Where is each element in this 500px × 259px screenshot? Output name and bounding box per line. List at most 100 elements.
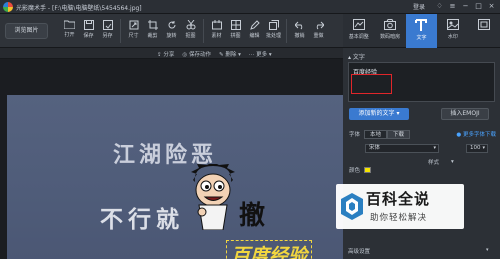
- font-family-value: 宋体: [369, 144, 381, 151]
- chevron-down-icon[interactable]: ▾: [486, 247, 489, 253]
- more-fonts-label: 更多字体下载: [462, 132, 496, 138]
- watermark-icon: [446, 19, 459, 30]
- save-as-icon: [102, 20, 113, 30]
- font-select-row: 宋体 ▾ 100 ▾: [349, 143, 496, 153]
- save-label: 保存: [83, 33, 94, 39]
- edit-icon: [249, 20, 260, 30]
- open-button[interactable]: 打开: [60, 17, 79, 45]
- redo-icon: [316, 21, 324, 30]
- more-label: 更多: [256, 52, 268, 58]
- resize-button[interactable]: 尺寸: [124, 17, 143, 45]
- toolbar-divider: [203, 19, 204, 43]
- resize-icon: [129, 20, 138, 30]
- tab-text[interactable]: 文字: [405, 14, 438, 48]
- batch-label: 批处理: [265, 33, 281, 39]
- minimize-icon[interactable]: −: [461, 2, 470, 11]
- tab-digital-darkroom[interactable]: 数码暗房: [374, 14, 405, 48]
- material-button[interactable]: 素材: [207, 17, 226, 45]
- tab-basic-adjust-label: 基本调整: [348, 34, 369, 40]
- adjust-icon: [352, 19, 365, 30]
- tab-text-label: 文字: [416, 35, 427, 41]
- share-label: 分享: [163, 52, 175, 58]
- style-dropdown[interactable]: ▾: [451, 159, 454, 165]
- cutout-button[interactable]: 抠图: [181, 17, 200, 45]
- redo-button[interactable]: 重做: [309, 17, 328, 45]
- more-fonts-link[interactable]: ● 更多字体下载: [456, 130, 496, 138]
- font-source-row: 字体 本地 下载 ● 更多字体下载: [349, 129, 496, 139]
- photo-text-line2-end: 撤: [239, 201, 266, 231]
- cutout-label: 抠图: [185, 33, 196, 39]
- section-title-label: 文字: [352, 54, 365, 61]
- font-source-toggle: 本地 下载: [364, 129, 411, 139]
- material-label: 素材: [211, 33, 222, 39]
- browse-images-button[interactable]: 浏览图片: [5, 23, 48, 39]
- frame-icon: [478, 19, 491, 30]
- cutout-icon: [186, 20, 195, 30]
- crop-button[interactable]: 裁剪: [143, 17, 162, 45]
- tab-watermark[interactable]: 水印: [437, 14, 468, 48]
- crop-label: 裁剪: [147, 33, 158, 39]
- collage-icon: [230, 20, 241, 30]
- delete-button[interactable]: ✎ 删除 ▾: [219, 50, 241, 58]
- download-font-tab[interactable]: 下载: [387, 129, 411, 139]
- share-button[interactable]: ⇪ 分享: [157, 50, 174, 58]
- skin-icon[interactable]: ♢: [435, 2, 444, 11]
- undo-button[interactable]: 撤销: [290, 17, 309, 45]
- tool-group: 打开 保存 另存 尺寸 裁剪 旋转 抠图 素材 拼图 编辑 批处理 撤销 重做: [60, 17, 328, 45]
- local-font-tab[interactable]: 本地: [364, 129, 388, 139]
- font-label: 字体: [349, 132, 361, 138]
- add-text-button[interactable]: 添加新的文字 ▾: [349, 108, 409, 120]
- save-action-label: 保存动作: [188, 52, 211, 58]
- sub-actions: ⇪ 分享 ◎ 保存动作 ✎ 删除 ▾ ⋯ 更多 ▾: [157, 50, 272, 58]
- collage-button[interactable]: 拼图: [226, 17, 245, 45]
- text-t-icon: [415, 19, 428, 31]
- close-icon[interactable]: ×: [487, 2, 496, 11]
- logo-mark-icon: [341, 193, 363, 220]
- login-link[interactable]: 登录: [413, 2, 425, 11]
- menu-icon[interactable]: ≡: [448, 2, 457, 11]
- tab-more[interactable]: [469, 14, 500, 48]
- tab-basic-adjust[interactable]: 基本调整: [343, 14, 374, 48]
- rotate-button[interactable]: 旋转: [162, 17, 181, 45]
- font-size-value: 100: [470, 144, 481, 151]
- save-icon: [83, 20, 94, 30]
- advanced-settings-label[interactable]: 高级设置: [348, 247, 370, 255]
- batch-button[interactable]: 批处理: [264, 17, 283, 45]
- right-tab-bar: 基本调整 数码暗房 文字 水印: [343, 14, 500, 48]
- undo-icon: [294, 21, 302, 30]
- open-label: 打开: [64, 32, 75, 38]
- tab-digital-darkroom-label: 数码暗房: [380, 34, 401, 40]
- toolbar-divider: [286, 19, 287, 43]
- toolbar-divider: [120, 19, 121, 43]
- font-family-select[interactable]: 宋体 ▾: [365, 143, 439, 153]
- save-action-button[interactable]: ◎ 保存动作: [182, 50, 211, 58]
- save-as-button[interactable]: 另存: [98, 17, 117, 45]
- photo-text-line2: 不行就: [100, 207, 184, 233]
- watermark-logo: 百科全说 助你轻松解决: [336, 184, 464, 229]
- added-text-overlay[interactable]: 百度经验: [226, 240, 313, 259]
- camera-icon: [384, 19, 397, 30]
- title-bar: 光影魔术手 - [F:\电脑\电脑壁纸\5454564.jpg] 登录 ♢ ≡ …: [0, 0, 500, 14]
- chevron-down-icon: ▾: [433, 144, 436, 151]
- rotate-icon: [168, 21, 176, 29]
- undo-label: 撤销: [294, 33, 305, 39]
- rotate-label: 旋转: [166, 33, 177, 39]
- color-label: 颜色: [349, 167, 361, 174]
- font-size-select[interactable]: 100 ▾: [466, 143, 488, 153]
- maximize-icon[interactable]: □: [474, 2, 483, 11]
- edit-button[interactable]: 编辑: [245, 17, 264, 45]
- crop-icon: [147, 20, 158, 30]
- color-row: 颜色: [349, 165, 496, 174]
- edit-label: 编辑: [249, 33, 260, 39]
- color-swatch[interactable]: [364, 166, 372, 173]
- image-canvas[interactable]: 江湖险恶 不行就 撤 百度经验: [0, 59, 343, 259]
- delete-label: 删除: [225, 52, 237, 58]
- collage-label: 拼图: [230, 33, 241, 39]
- save-button[interactable]: 保存: [79, 17, 98, 45]
- resize-label: 尺寸: [128, 33, 139, 39]
- logo-main-text: 百科全说: [366, 190, 431, 208]
- more-button[interactable]: ⋯ 更多 ▾: [249, 50, 272, 58]
- text-input[interactable]: 百度经验: [348, 62, 495, 102]
- highlight-box: [351, 74, 392, 94]
- insert-emoji-button[interactable]: 插入EMOJI: [441, 108, 489, 120]
